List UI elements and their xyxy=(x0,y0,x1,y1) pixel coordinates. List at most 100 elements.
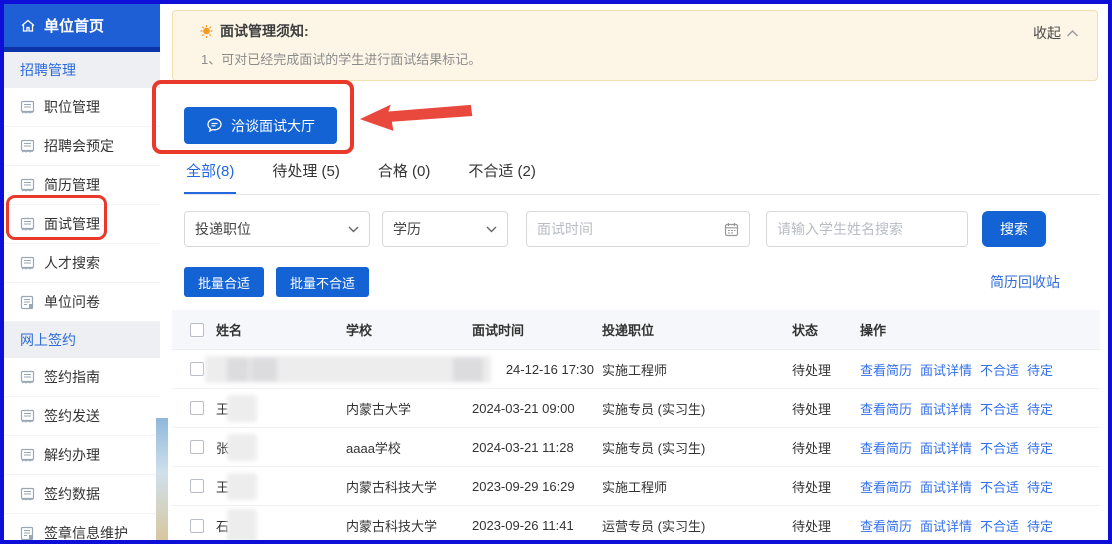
document-icon xyxy=(20,139,35,154)
col-header-name: 姓名 xyxy=(214,320,344,339)
collapse-toggle[interactable]: 收起 xyxy=(1033,23,1079,43)
cell-status: 待处理 xyxy=(790,360,858,379)
view-resume-link[interactable]: 查看简历 xyxy=(860,438,912,457)
sidebar-item-talent-search[interactable]: 人才搜索 xyxy=(4,244,160,283)
tab-qualified[interactable]: 合格 (0) xyxy=(376,160,433,194)
tab-unsuitable[interactable]: 不合适 (2) xyxy=(466,160,538,194)
row-checkbox[interactable] xyxy=(190,479,204,493)
pending-decision-link[interactable]: 待定 xyxy=(1027,399,1053,418)
sidebar-item-signing-data[interactable]: 签约数据 xyxy=(4,475,160,514)
sidebar-item-termination-handling[interactable]: 解约办理 xyxy=(4,436,160,475)
document-icon xyxy=(20,370,35,385)
tab-pending[interactable]: 待处理 (5) xyxy=(270,160,342,194)
position-select[interactable]: 投递职位 xyxy=(184,211,370,247)
sidebar-item-label: 招聘会预定 xyxy=(44,136,114,156)
interview-detail-link[interactable]: 面试详情 xyxy=(920,438,972,457)
chevron-down-icon xyxy=(486,226,497,233)
col-header-actions: 操作 xyxy=(858,320,1100,339)
view-resume-link[interactable]: 查看简历 xyxy=(860,516,912,535)
education-select[interactable]: 学历 xyxy=(382,211,508,247)
document-icon xyxy=(20,256,35,271)
chat-bubble-icon xyxy=(206,117,223,134)
batch-unfit-button[interactable]: 批量不合适 xyxy=(276,267,369,297)
document-icon xyxy=(20,448,35,463)
search-button[interactable]: 搜索 xyxy=(982,211,1046,247)
view-resume-link[interactable]: 查看简历 xyxy=(860,360,912,379)
cell-status: 待处理 xyxy=(790,399,858,418)
interview-detail-link[interactable]: 面试详情 xyxy=(920,360,972,379)
table-row: 王 内蒙古大学 2024-03-21 09:00 实施专员 (实习生) 待处理 … xyxy=(172,389,1100,428)
student-name-field[interactable] xyxy=(777,221,957,237)
chevron-up-icon xyxy=(1066,29,1079,38)
sidebar-item-company-questionnaire[interactable]: 单位问卷 xyxy=(4,283,160,322)
sidebar-item-seal-info-maintenance[interactable]: 签章信息维护 xyxy=(4,514,160,544)
sidebar-header-home[interactable]: 单位首页 xyxy=(4,4,160,47)
pending-decision-link[interactable]: 待定 xyxy=(1027,438,1053,457)
sidebar-item-label: 签约指南 xyxy=(44,367,100,387)
cell-school: 内蒙古科技大学 xyxy=(344,516,470,535)
sidebar-item-label: 签章信息维护 xyxy=(44,523,128,543)
document-icon xyxy=(20,526,35,541)
batch-action-bar: 批量合适 批量不合适 简历回收站 xyxy=(184,267,1100,297)
student-name-search[interactable] xyxy=(766,211,968,247)
unsuitable-link[interactable]: 不合适 xyxy=(980,477,1019,496)
interview-detail-link[interactable]: 面试详情 xyxy=(920,516,972,535)
sidebar-item-signing-send[interactable]: 签约发送 xyxy=(4,397,160,436)
document-icon xyxy=(20,295,35,310)
row-checkbox[interactable] xyxy=(190,401,204,415)
cell-time: 2024-03-21 11:28 xyxy=(470,440,600,455)
view-resume-link[interactable]: 查看简历 xyxy=(860,399,912,418)
cell-actions: 查看简历 面试详情 不合适 待定 xyxy=(858,516,1100,535)
interview-management-page: 单位首页 招聘管理 职位管理 招聘会预定 简历管理 面试管理 人才搜索 单位问卷 xyxy=(0,0,1112,544)
tab-bar: 全部(8) 待处理 (5) 合格 (0) 不合适 (2) xyxy=(184,160,1100,195)
notice-line-1: 1、可对已经完成面试的学生进行面试结果标记。 xyxy=(199,49,1081,68)
interview-time-input[interactable] xyxy=(526,211,750,247)
view-resume-link[interactable]: 查看简历 xyxy=(860,477,912,496)
sidebar-item-interview-management[interactable]: 面试管理 xyxy=(4,205,160,244)
redacted-blur xyxy=(227,473,257,500)
interview-hall-button[interactable]: 洽谈面试大厅 xyxy=(184,107,337,144)
sidebar-item-label: 解约办理 xyxy=(44,445,100,465)
pending-decision-link[interactable]: 待定 xyxy=(1027,360,1053,379)
row-checkbox[interactable] xyxy=(190,519,204,533)
notice-title: 面试管理须知: xyxy=(220,21,309,41)
sidebar-item-resume-management[interactable]: 简历管理 xyxy=(4,166,160,205)
pending-decision-link[interactable]: 待定 xyxy=(1027,516,1053,535)
interview-detail-link[interactable]: 面试详情 xyxy=(920,477,972,496)
sidebar-item-signing-guide[interactable]: 签约指南 xyxy=(4,358,160,397)
cell-actions: 查看简历 面试详情 不合适 待定 xyxy=(858,477,1100,496)
interview-time-field[interactable] xyxy=(537,221,724,237)
cell-school: 内蒙古大学 xyxy=(344,399,470,418)
interview-hall-button-label: 洽谈面试大厅 xyxy=(231,116,315,136)
interview-detail-link[interactable]: 面试详情 xyxy=(920,399,972,418)
cell-time: 2023-09-29 16:29 xyxy=(470,479,600,494)
tab-all[interactable]: 全部(8) xyxy=(184,160,236,194)
unsuitable-link[interactable]: 不合适 xyxy=(980,516,1019,535)
cell-status: 待处理 xyxy=(790,438,858,457)
unsuitable-link[interactable]: 不合适 xyxy=(980,438,1019,457)
pending-decision-link[interactable]: 待定 xyxy=(1027,477,1053,496)
home-icon xyxy=(20,18,36,34)
batch-fit-button[interactable]: 批量合适 xyxy=(184,267,264,297)
cell-status: 待处理 xyxy=(790,516,858,535)
cell-position: 实施工程师 xyxy=(600,360,790,379)
row-checkbox[interactable] xyxy=(190,362,204,376)
sidebar-item-position-management[interactable]: 职位管理 xyxy=(4,88,160,127)
cell-position: 实施专员 (实习生) xyxy=(600,438,790,457)
row-checkbox[interactable] xyxy=(190,440,204,454)
sidebar-item-jobfair-booking[interactable]: 招聘会预定 xyxy=(4,127,160,166)
document-icon xyxy=(20,217,35,232)
unsuitable-link[interactable]: 不合适 xyxy=(980,399,1019,418)
sidebar-item-label: 面试管理 xyxy=(44,214,100,234)
document-icon xyxy=(20,409,35,424)
table-row: 张 aaaa学校 2024-03-21 11:28 实施专员 (实习生) 待处理… xyxy=(172,428,1100,467)
sidebar-item-label: 简历管理 xyxy=(44,175,100,195)
interview-table: 姓名 学校 面试时间 投递职位 状态 操作 24-12-16 17:30 实施工… xyxy=(172,310,1100,544)
cell-actions: 查看简历 面试详情 不合适 待定 xyxy=(858,438,1100,457)
col-header-school: 学校 xyxy=(344,320,470,339)
resume-recycle-bin-link[interactable]: 简历回收站 xyxy=(990,272,1060,292)
bulb-icon xyxy=(199,24,214,39)
position-select-value: 投递职位 xyxy=(195,219,251,239)
unsuitable-link[interactable]: 不合适 xyxy=(980,360,1019,379)
select-all-checkbox[interactable] xyxy=(190,323,204,337)
